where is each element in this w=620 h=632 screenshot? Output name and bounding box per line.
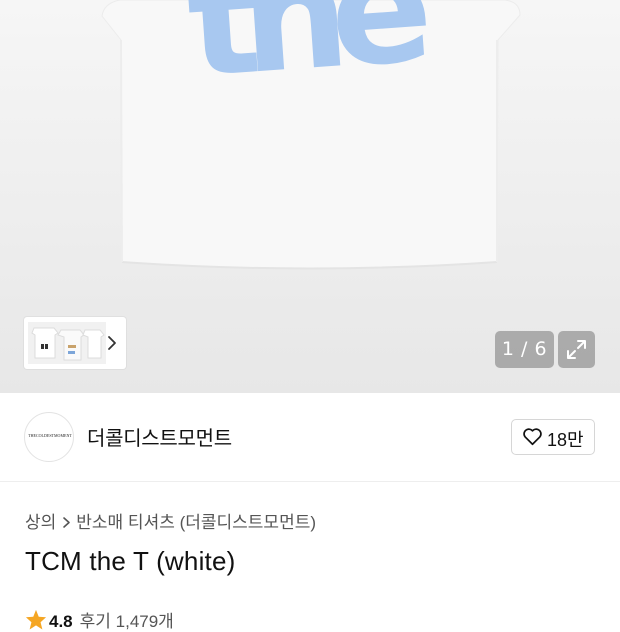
breadcrumb-category[interactable]: 상의 — [25, 513, 56, 532]
product-title: TCM the T (white) — [25, 546, 236, 576]
brand-logo-text: THECOLDESTMOMENT — [28, 433, 72, 438]
review-count[interactable]: 후기 1,479개 — [80, 612, 174, 631]
brand-name[interactable]: 더콜디스트모먼트 — [87, 422, 232, 451]
brand-logo[interactable]: THECOLDESTMOMENT — [24, 412, 74, 462]
thumbnail-images — [28, 322, 106, 364]
like-count: 18만 — [547, 430, 584, 450]
like-button[interactable]: 18만 — [511, 419, 595, 455]
brand-row[interactable]: THECOLDESTMOMENT 더콜디스트모먼트 18만 — [0, 393, 620, 482]
rating-score: 4.8 — [49, 612, 73, 631]
thumbnail-strip[interactable] — [24, 317, 126, 369]
heart-outline-icon — [523, 428, 542, 446]
breadcrumb: 상의 반소매 티셔츠 (더콜디스트모먼트) — [25, 508, 316, 532]
breadcrumb-separator-icon — [56, 513, 76, 533]
product-image-gallery[interactable]: the 1 / 6 — [0, 0, 620, 393]
rating-row[interactable]: 4.8 후기 1,479개 — [25, 607, 174, 631]
expand-button[interactable] — [558, 331, 595, 368]
shirt-print-text: the — [182, 0, 448, 142]
expand-icon — [567, 340, 586, 359]
chevron-right-icon[interactable] — [105, 333, 119, 353]
print-letters: the — [182, 0, 421, 112]
breadcrumb-subcategory[interactable]: 반소매 티셔츠 (더콜디스트모먼트) — [76, 513, 316, 532]
image-counter: 1 / 6 — [495, 331, 554, 368]
